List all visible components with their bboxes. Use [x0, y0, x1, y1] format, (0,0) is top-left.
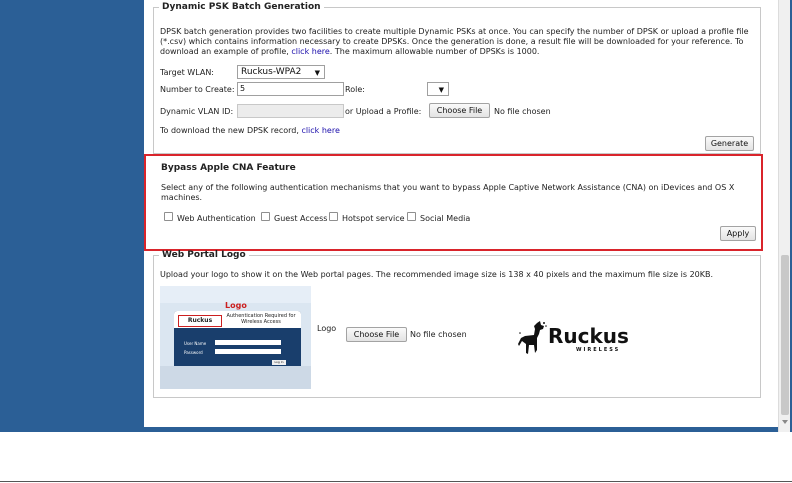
scrollbar-thumb[interactable] [781, 255, 789, 415]
chevron-down-icon: ▼ [438, 86, 444, 94]
preview-auth-text: Authentication Required for Wireless Acc… [226, 313, 296, 325]
bypass-cna-description: Select any of the following authenticati… [161, 183, 756, 203]
cna-desc-line-1: Select any of the following authenticati… [161, 183, 735, 192]
target-wlan-select[interactable]: Ruckus-WPA2 ▼ [237, 65, 325, 79]
scroll-down-arrow-icon[interactable] [782, 420, 788, 424]
dpsk-no-file-text: No file chosen [494, 107, 551, 116]
vertical-scrollbar[interactable] [778, 0, 790, 432]
dpsk-desc-line-1: DPSK batch generation provides two facil… [160, 27, 749, 36]
dpsk-desc-line-2: (*.csv) which contains information neces… [160, 37, 744, 46]
bypass-cna-title: Bypass Apple CNA Feature [161, 163, 296, 173]
number-to-create-input[interactable]: 5 [237, 82, 344, 96]
generate-button[interactable]: Generate [705, 136, 754, 151]
ruckus-dog-icon [518, 321, 547, 354]
hotspot-service-checkbox[interactable] [329, 212, 338, 221]
page-bottom-area [0, 432, 792, 483]
preview-ruckus-logo: Ruckus [178, 315, 222, 327]
preview-username-field [215, 340, 281, 345]
download-record-text: To download the new DPSK record, click h… [160, 126, 340, 135]
number-to-create-label: Number to Create: [160, 85, 235, 94]
ruckus-brand-logo: Ruckus [548, 324, 629, 348]
hotspot-service-label: Hotspot service [342, 214, 405, 223]
social-media-checkbox[interactable] [407, 212, 416, 221]
guest-access-label: Guest Access [274, 214, 328, 223]
role-select[interactable]: ▼ [427, 82, 449, 96]
preview-logo-label: Logo [225, 301, 247, 310]
preview-login-button: Log In [272, 360, 286, 365]
download-record-link[interactable]: click here [301, 126, 339, 135]
role-label: Role: [345, 85, 365, 94]
portal-preview-image: Logo Ruckus Authentication Required for … [160, 286, 311, 389]
guest-access-checkbox[interactable] [261, 212, 270, 221]
web-authentication-label: Web Authentication [177, 214, 256, 223]
web-authentication-checkbox[interactable] [164, 212, 173, 221]
web-portal-logo-title: Web Portal Logo [162, 250, 246, 260]
dynamic-vlan-label: Dynamic VLAN ID: [160, 107, 234, 116]
target-wlan-label: Target WLAN: [160, 68, 214, 77]
logo-label: Logo [317, 324, 337, 333]
preview-password-field [215, 349, 281, 354]
cna-desc-line-2: machines. [161, 193, 203, 202]
dpsk-section-title: Dynamic PSK Batch Generation [162, 2, 321, 12]
upload-profile-label: or Upload a Profile: [345, 107, 422, 116]
logo-choose-file-button[interactable]: Choose File [346, 327, 407, 342]
ruckus-brand-subtitle: WIRELESS [576, 347, 621, 353]
example-profile-link[interactable]: click here [291, 47, 329, 56]
bottom-divider [0, 481, 792, 482]
dpsk-description: DPSK batch generation provides two facil… [160, 27, 760, 57]
social-media-label: Social Media [420, 214, 471, 223]
web-portal-description: Upload your logo to show it on the Web p… [160, 270, 714, 279]
preview-username-label: User Name [184, 341, 207, 346]
preview-password-label: Password [184, 350, 203, 355]
dpsk-choose-file-button[interactable]: Choose File [429, 103, 490, 118]
dpsk-desc-line-3: download an example of profile, click he… [160, 47, 540, 56]
bypass-cna-section: Bypass Apple CNA Feature Select any of t… [144, 154, 763, 251]
apply-button[interactable]: Apply [720, 226, 756, 241]
logo-no-file-text: No file chosen [410, 330, 467, 339]
dynamic-vlan-input[interactable] [237, 104, 344, 118]
chevron-down-icon: ▼ [314, 69, 320, 77]
